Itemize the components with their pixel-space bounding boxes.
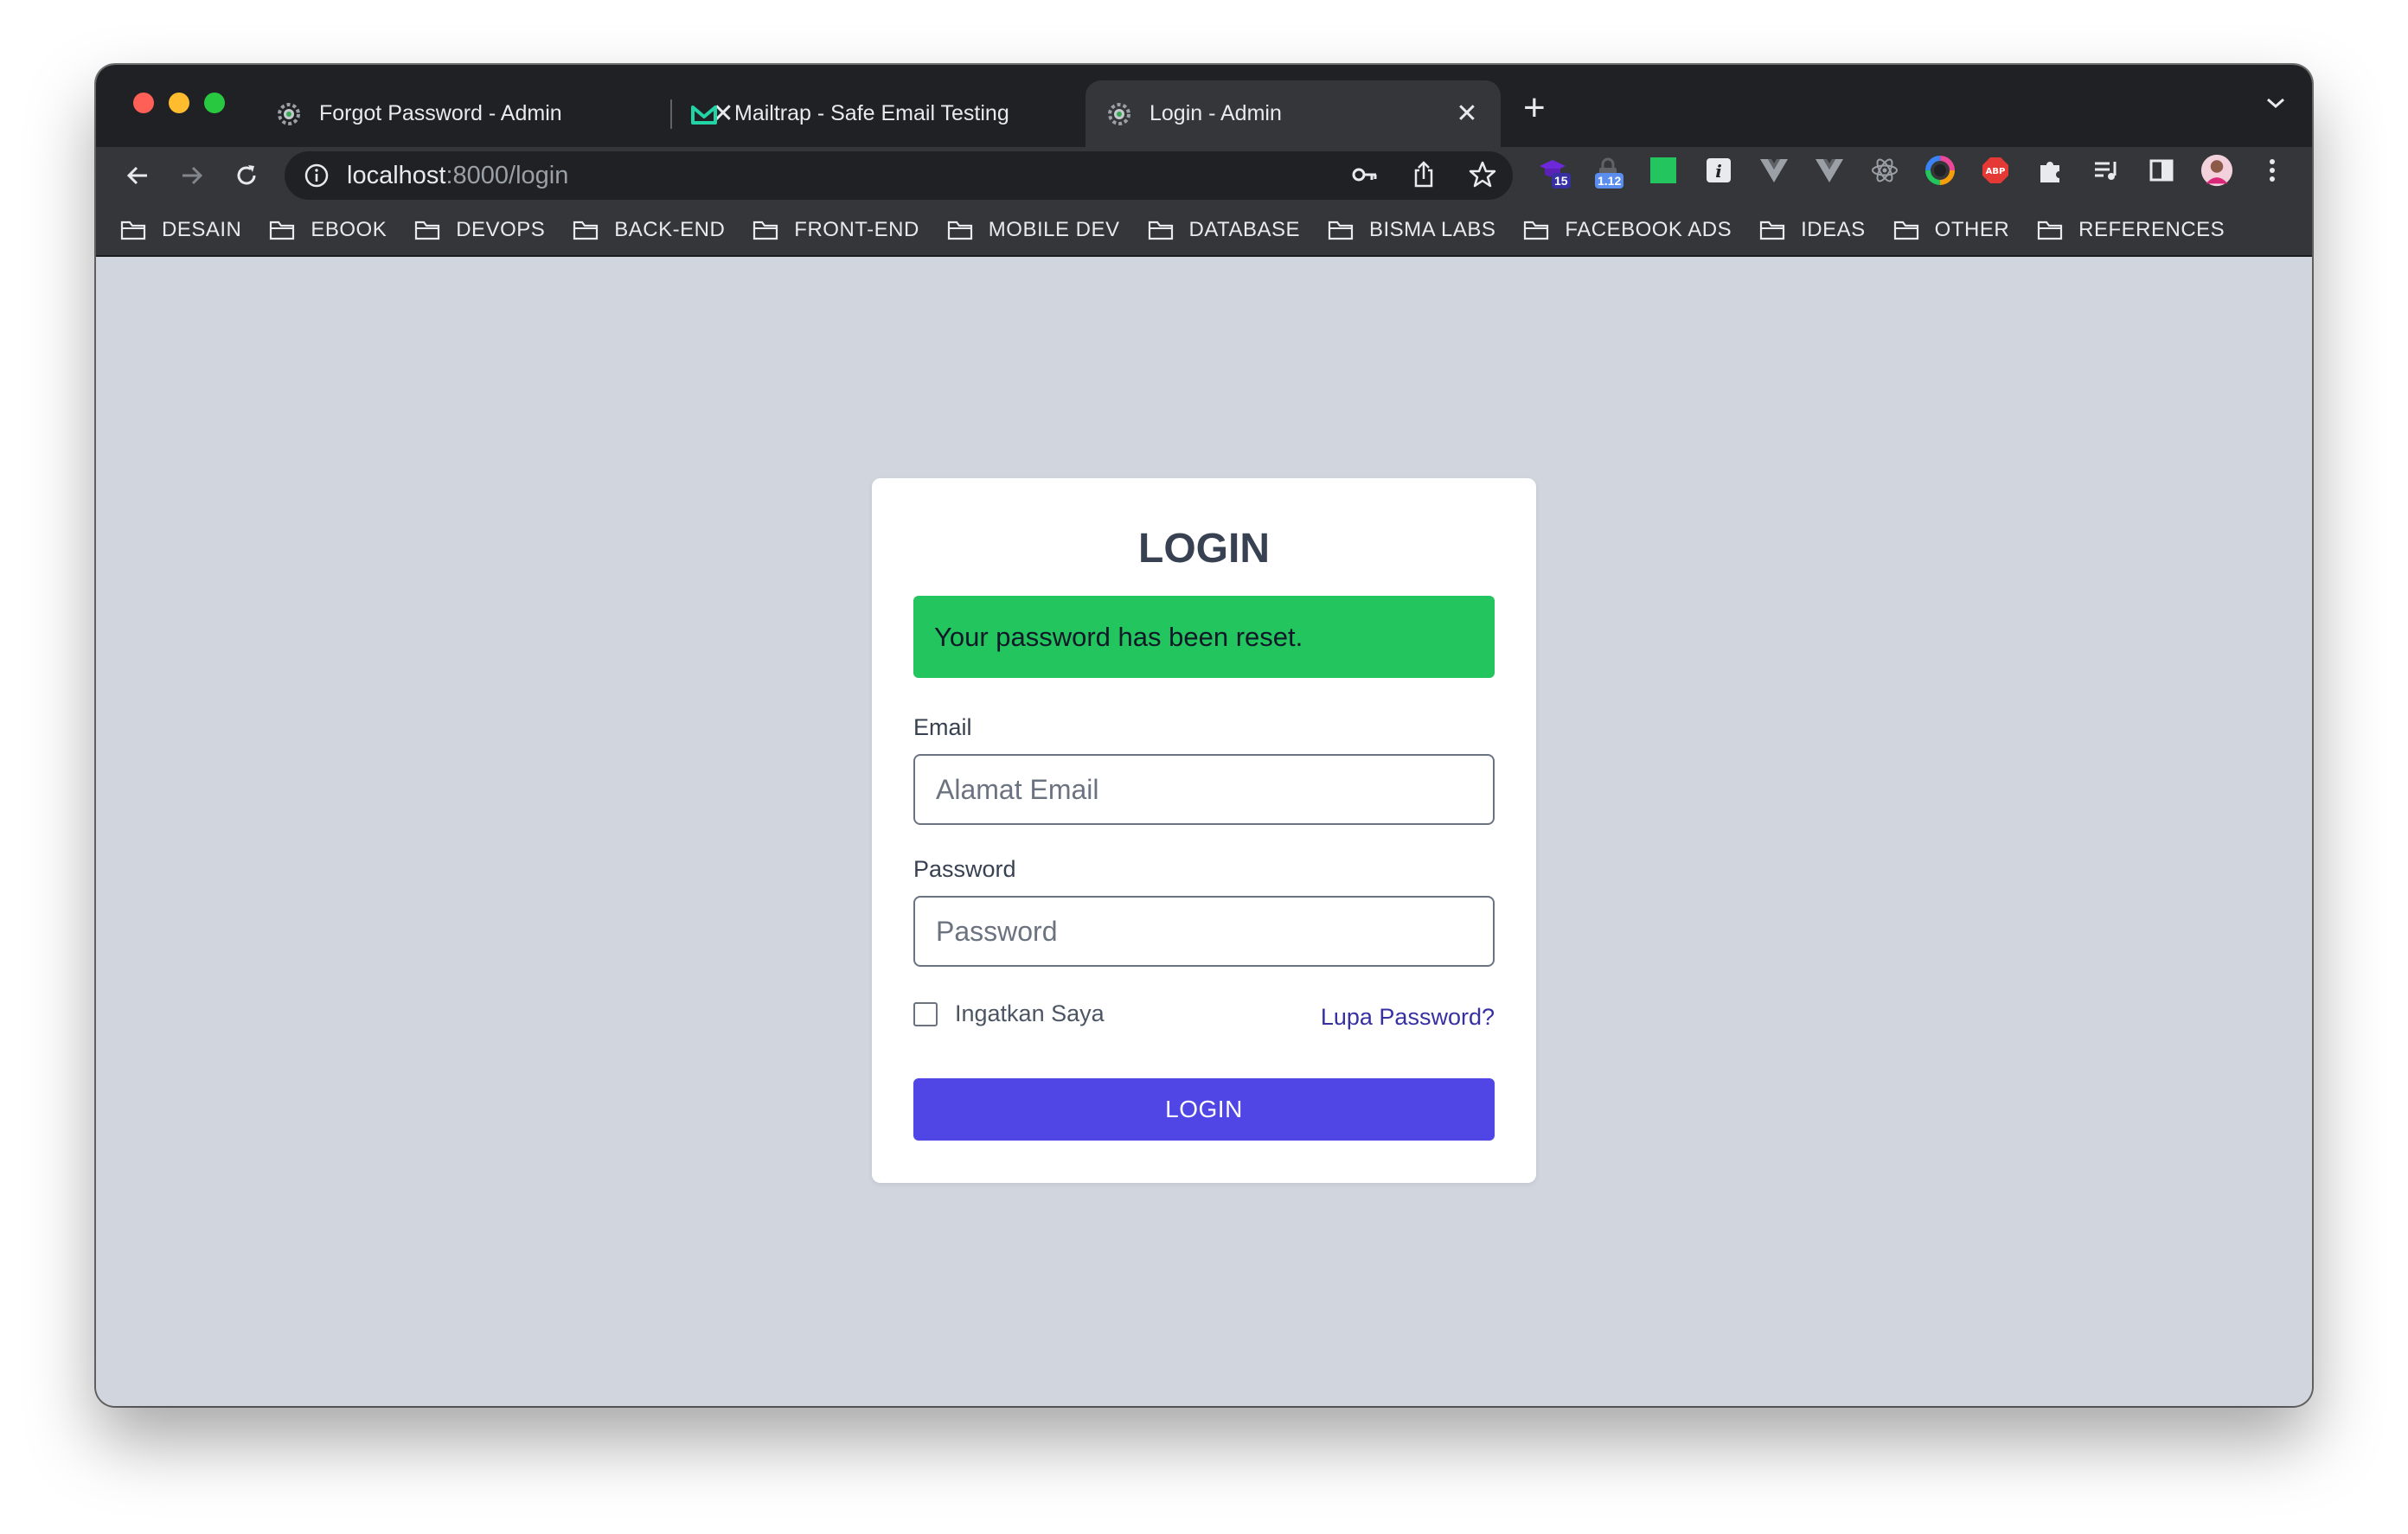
puzzle-piece-icon[interactable]: [2034, 154, 2067, 187]
page-title: LOGIN: [1138, 526, 1270, 572]
page-viewport: LOGIN Your password has been reset. Emai…: [96, 258, 2312, 1406]
extensions-bar: 15 1.12 i ABP: [1536, 154, 2289, 189]
folder-icon: [1760, 221, 1785, 240]
bookmark-folder-bisma-labs[interactable]: BISMA LABS: [1328, 218, 1495, 242]
bookmark-label: BACK-END: [614, 217, 726, 241]
login-card: LOGIN Your password has been reset. Emai…: [872, 478, 1536, 1183]
folder-icon: [1328, 221, 1354, 240]
bookmark-label: FRONT-END: [794, 217, 919, 241]
bookmark-label: IDEAS: [1801, 217, 1866, 241]
folder-icon: [2038, 221, 2063, 240]
bookmarks-bar: DESAIN EBOOK DEVOPS BACK-END FRONT-END M…: [96, 204, 2312, 257]
address-bar[interactable]: localhost:8000/login: [285, 151, 1513, 200]
share-icon[interactable]: [1409, 160, 1438, 194]
bookmark-folder-other[interactable]: OTHER: [1893, 218, 2010, 242]
bookmark-label: FACEBOOK ADS: [1565, 217, 1732, 241]
close-window-button[interactable]: [133, 93, 154, 113]
chevron-down-icon[interactable]: [2265, 96, 2286, 114]
alert-message: Your password has been reset.: [934, 621, 1303, 652]
bookmark-label: REFERENCES: [2078, 217, 2225, 241]
remember-me: Ingatkan Saya: [913, 1000, 1105, 1027]
bookmark-folder-references[interactable]: REFERENCES: [2037, 218, 2225, 242]
back-arrow-icon[interactable]: [120, 158, 155, 193]
lock-icon[interactable]: 1.12: [1591, 154, 1624, 189]
forward-arrow-icon[interactable]: [175, 158, 209, 193]
bookmark-label: OTHER: [1934, 217, 2010, 241]
avatar[interactable]: [2200, 154, 2233, 187]
email-field[interactable]: [913, 754, 1495, 825]
new-tab-button[interactable]: +: [1523, 89, 1546, 127]
folder-icon: [947, 221, 972, 240]
bookmark-label: MOBILE DEV: [988, 217, 1120, 241]
browser-chrome: Forgot Password - Admin ✕ Mailtrap - Saf…: [96, 65, 2312, 257]
folder-icon: [753, 221, 778, 240]
tab-strip: Forgot Password - Admin ✕ Mailtrap - Saf…: [96, 65, 2312, 147]
bookmark-folder-desain[interactable]: DESAIN: [120, 218, 241, 242]
browser-window: Forgot Password - Admin ✕ Mailtrap - Saf…: [96, 65, 2312, 1406]
green-square-icon[interactable]: [1647, 154, 1680, 187]
folder-icon: [1893, 221, 1918, 240]
bookmark-label: BISMA LABS: [1368, 217, 1496, 241]
folder-icon: [270, 221, 295, 240]
reload-icon[interactable]: [229, 158, 264, 193]
url-text: localhost:8000/login: [347, 162, 568, 190]
bookmark-label: EBOOK: [311, 217, 387, 241]
key-icon[interactable]: [1350, 160, 1380, 194]
react-devtools-icon[interactable]: [1868, 154, 1901, 187]
bookmark-label: DATABASE: [1188, 217, 1300, 241]
extension-badge: 15: [1552, 173, 1571, 189]
bookmark-star-icon[interactable]: [1468, 160, 1497, 194]
vue-devtools-icon[interactable]: [1758, 154, 1790, 187]
folder-icon: [1524, 221, 1549, 240]
minimize-window-button[interactable]: [169, 93, 189, 113]
gear-icon: [1106, 101, 1132, 127]
tab-title: Login - Admin: [1150, 101, 1282, 125]
adblock-icon[interactable]: ABP: [1979, 154, 2012, 187]
bookmark-folder-back-end[interactable]: BACK-END: [573, 218, 725, 242]
folder-icon: [415, 221, 440, 240]
folder-icon: [1148, 221, 1173, 240]
bookmark-folder-devops[interactable]: DEVOPS: [414, 218, 545, 242]
address-bar-actions: [1350, 160, 1497, 194]
url-host: localhost: [347, 161, 446, 189]
url-path: :8000/login: [445, 161, 569, 189]
password-label: Password: [913, 856, 1016, 882]
graduation-cap-icon[interactable]: 15: [1536, 154, 1571, 189]
side-panel-icon[interactable]: [2145, 154, 2178, 187]
media-queue-icon[interactable]: [2090, 154, 2123, 187]
svg-text:i: i: [1715, 161, 1722, 182]
tab-title: Mailtrap - Safe Email Testing: [734, 101, 1009, 125]
folder-icon: [573, 221, 599, 240]
svg-text:ABP: ABP: [1986, 167, 2006, 176]
bookmark-folder-facebook-ads[interactable]: FACEBOOK ADS: [1523, 218, 1732, 242]
remember-me-label: Ingatkan Saya: [955, 1000, 1105, 1026]
bookmark-folder-front-end[interactable]: FRONT-END: [752, 218, 919, 242]
bookmark-folder-mobile-dev[interactable]: MOBILE DEV: [947, 218, 1120, 242]
email-label: Email: [913, 714, 972, 740]
remember-me-checkbox[interactable]: [913, 1001, 938, 1026]
maximize-window-button[interactable]: [204, 93, 225, 113]
bookmark-folder-ebook[interactable]: EBOOK: [269, 218, 387, 242]
color-picker-icon[interactable]: [1924, 154, 1956, 187]
password-field[interactable]: [913, 896, 1495, 967]
login-button[interactable]: LOGIN: [913, 1078, 1495, 1141]
extension-badge: 1.12: [1595, 173, 1624, 189]
gear-icon: [276, 101, 302, 127]
bookmark-folder-ideas[interactable]: IDEAS: [1759, 218, 1866, 242]
tab-login[interactable]: Login - Admin ✕: [1086, 80, 1501, 147]
folder-icon: [120, 221, 146, 240]
info-square-icon[interactable]: i: [1702, 154, 1735, 187]
mailtrap-icon: [691, 101, 717, 127]
more-vertical-icon[interactable]: [2256, 154, 2289, 187]
bookmark-label: DESAIN: [162, 217, 242, 241]
bookmark-label: DEVOPS: [456, 217, 546, 241]
close-tab-icon[interactable]: ✕: [1454, 99, 1480, 129]
toolbar: localhost:8000/login 15 1.12 i ABP: [96, 147, 2312, 204]
vue-devtools-icon[interactable]: [1813, 154, 1846, 187]
bookmark-folder-database[interactable]: DATABASE: [1148, 218, 1300, 242]
info-icon[interactable]: [304, 163, 330, 189]
forgot-password-link[interactable]: Lupa Password?: [1321, 1004, 1495, 1031]
tab-title: Forgot Password - Admin: [319, 101, 562, 125]
success-alert: Your password has been reset.: [913, 596, 1495, 678]
